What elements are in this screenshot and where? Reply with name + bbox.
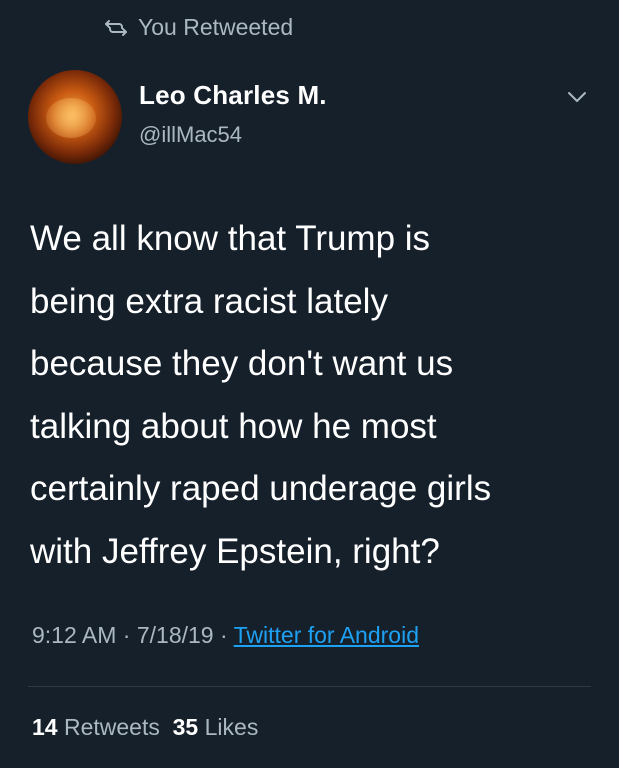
retweets-count: 14	[32, 714, 58, 740]
tweet-meta: 9:12 AM · 7/18/19 · Twitter for Android	[32, 622, 419, 649]
tweet-time: 9:12 AM	[32, 622, 117, 648]
avatar[interactable]	[28, 70, 122, 164]
avatar-highlight	[46, 98, 96, 138]
likes-stat[interactable]: 35 Likes	[173, 714, 259, 740]
meta-separator: ·	[116, 622, 137, 648]
tweet-text: We all know that Trump is being extra ra…	[30, 219, 492, 571]
likes-count: 35	[172, 714, 199, 740]
chevron-down-icon[interactable]	[566, 90, 588, 104]
author-handle[interactable]: @illMac54	[139, 122, 242, 148]
tweet-stats: 14 Retweets 35 Likes	[32, 714, 258, 741]
meta-separator: ·	[213, 622, 234, 648]
retweeted-indicator: You Retweeted	[104, 14, 293, 41]
retweets-stat[interactable]: 14 Retweets	[32, 714, 160, 740]
tweet-date: 7/18/19	[136, 622, 214, 648]
tweet-source-link[interactable]: Twitter for Android	[234, 622, 419, 648]
retweeted-label: You Retweeted	[138, 14, 294, 40]
divider	[28, 686, 591, 687]
retweets-label: Retweets	[63, 714, 160, 740]
author-display-name[interactable]: Leo Charles M.	[139, 80, 327, 111]
likes-label: Likes	[204, 714, 259, 740]
retweet-icon	[104, 19, 128, 37]
